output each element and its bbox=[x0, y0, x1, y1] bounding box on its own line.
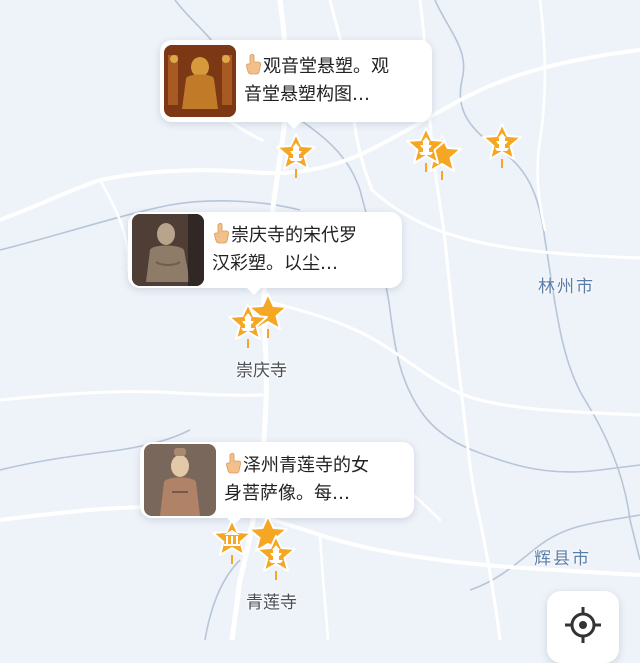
poi-text-qinglian-bodhisattva: 泽州青莲寺的女 身菩萨像。每… bbox=[224, 452, 402, 508]
pointing-hand-icon bbox=[214, 222, 230, 244]
poi-thumb-qinglian-bodhisattva bbox=[144, 444, 216, 516]
poi-thumb-chongqing-arhat bbox=[132, 214, 204, 286]
temple-marker-east[interactable] bbox=[480, 122, 524, 172]
poi-text-chongqing-arhat: 崇庆寺的宋代罗 汉彩塑。以尘… bbox=[212, 222, 390, 278]
road bbox=[318, 533, 330, 640]
place-label-chongqing-temple[interactable]: 崇庆寺 bbox=[236, 356, 287, 381]
temple-marker-chongqing[interactable] bbox=[226, 302, 270, 352]
poi-line-2: 音堂悬塑构图… bbox=[244, 84, 370, 105]
map-canvas[interactable]: 观音堂悬塑。观 音堂悬塑构图… 崇庆寺的宋代罗 汉彩塑。以尘… 泽州青莲寺的女 … bbox=[0, 0, 640, 640]
road bbox=[98, 178, 130, 272]
poi-line-1: 泽州青莲寺的女 bbox=[224, 452, 369, 480]
road bbox=[370, 188, 640, 260]
poi-line-2: 汉彩塑。以尘… bbox=[212, 253, 338, 274]
pointing-hand-icon bbox=[246, 53, 262, 75]
poi-thumb-guanyintang bbox=[164, 45, 236, 117]
locate-icon bbox=[565, 607, 601, 643]
temple-marker-guanyintang[interactable] bbox=[274, 132, 318, 182]
poi-line-2: 身菩萨像。每… bbox=[224, 483, 350, 504]
road bbox=[0, 390, 264, 402]
poi-card-chongqing-arhat[interactable]: 崇庆寺的宋代罗 汉彩塑。以尘… bbox=[128, 212, 402, 295]
road bbox=[536, 0, 547, 232]
locate-button[interactable] bbox=[547, 591, 619, 663]
temple-marker-cluster-2[interactable] bbox=[404, 126, 448, 176]
poi-text-guanyintang: 观音堂悬塑。观 音堂悬塑构图… bbox=[244, 53, 420, 109]
place-label-qinglian-temple[interactable]: 青莲寺 bbox=[246, 588, 297, 613]
poi-card-guanyintang[interactable]: 观音堂悬塑。观 音堂悬塑构图… bbox=[160, 40, 432, 129]
poi-card-qinglian-bodhisattva[interactable]: 泽州青莲寺的女 身菩萨像。每… bbox=[140, 442, 414, 525]
poi-line-1: 崇庆寺的宋代罗 bbox=[212, 222, 357, 250]
temple-marker-qinglian[interactable] bbox=[254, 534, 298, 584]
city-label-linzhou: 林州市 bbox=[538, 277, 595, 297]
poi-line-1: 观音堂悬塑。观 bbox=[244, 53, 389, 81]
pointing-hand-icon bbox=[226, 452, 242, 474]
city-label-huixian: 辉县市 bbox=[534, 549, 591, 569]
